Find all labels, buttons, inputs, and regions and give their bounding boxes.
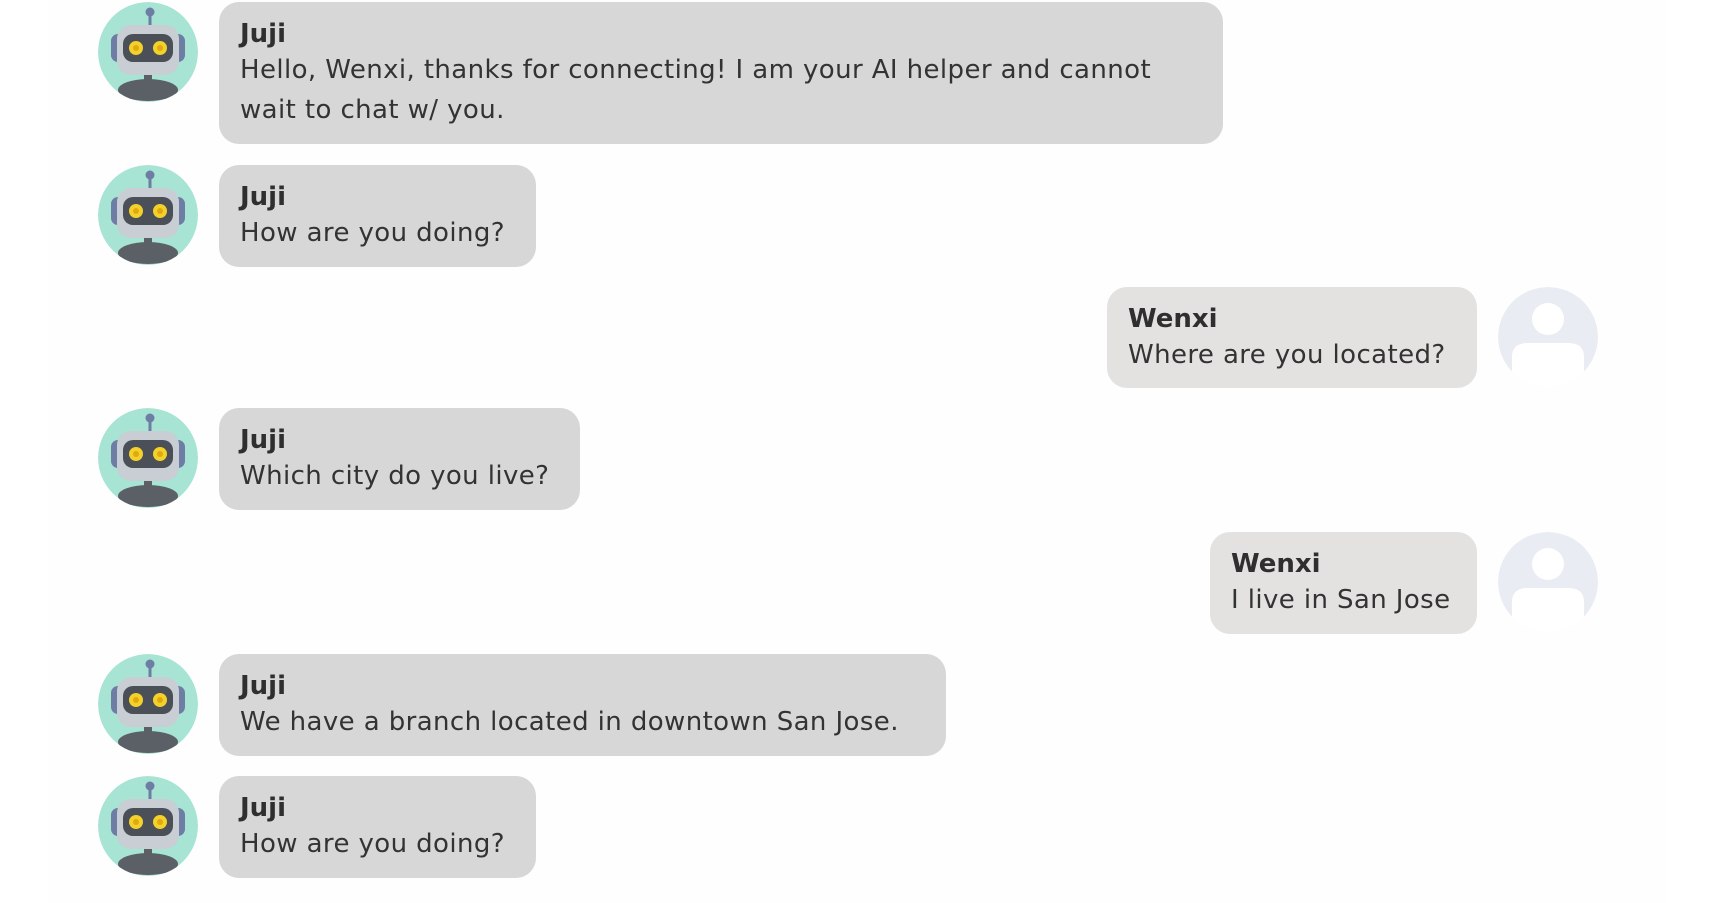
sender-name: Juji bbox=[240, 425, 287, 455]
user-message: Wenxi I live in San Jose bbox=[1210, 532, 1598, 634]
message-bubble: Wenxi I live in San Jose bbox=[1210, 532, 1477, 634]
user-message: Wenxi Where are you located? bbox=[1107, 287, 1598, 388]
robot-avatar-icon bbox=[98, 165, 198, 265]
message-text: Which city do you live? bbox=[240, 461, 550, 491]
message-bubble: Juji How are you doing? bbox=[219, 165, 536, 267]
chat-transcript[interactable]: Juji Hello, Wenxi, thanks for connecting… bbox=[48, 0, 1666, 903]
robot-avatar-icon bbox=[98, 654, 198, 754]
sender-name: Juji bbox=[240, 671, 287, 701]
message-bubble: Juji We have a branch located in downtow… bbox=[219, 654, 946, 756]
bot-message: Juji Hello, Wenxi, thanks for connecting… bbox=[98, 2, 1223, 144]
message-text: How are you doing? bbox=[240, 218, 505, 248]
message-bubble: Juji Hello, Wenxi, thanks for connecting… bbox=[219, 2, 1223, 144]
message-text: Where are you located? bbox=[1128, 340, 1446, 370]
robot-avatar-icon bbox=[98, 408, 198, 508]
message-bubble: Juji Which city do you live? bbox=[219, 408, 580, 510]
user-placeholder-avatar-icon bbox=[1498, 287, 1598, 387]
message-text: I live in San Jose bbox=[1231, 585, 1451, 615]
sender-name: Juji bbox=[240, 19, 287, 49]
message-text: We have a branch located in downtown San… bbox=[240, 707, 899, 737]
bot-message: Juji How are you doing? bbox=[98, 776, 536, 878]
sender-name: Juji bbox=[240, 793, 287, 823]
bot-message: Juji How are you doing? bbox=[98, 165, 536, 267]
message-text: Hello, Wenxi, thanks for connecting! I a… bbox=[240, 55, 1152, 125]
message-bubble: Juji How are you doing? bbox=[219, 776, 536, 878]
chat-page: Juji Hello, Wenxi, thanks for connecting… bbox=[0, 0, 1734, 903]
bot-message: Juji Which city do you live? bbox=[98, 408, 580, 510]
message-bubble: Wenxi Where are you located? bbox=[1107, 287, 1477, 388]
sender-name: Wenxi bbox=[1128, 304, 1218, 334]
sender-name: Juji bbox=[240, 182, 287, 212]
bot-message: Juji We have a branch located in downtow… bbox=[98, 654, 946, 756]
user-placeholder-avatar-icon bbox=[1498, 532, 1598, 632]
robot-avatar-icon bbox=[98, 776, 198, 876]
sender-name: Wenxi bbox=[1231, 549, 1321, 579]
message-text: How are you doing? bbox=[240, 829, 505, 859]
robot-avatar-icon bbox=[98, 2, 198, 102]
